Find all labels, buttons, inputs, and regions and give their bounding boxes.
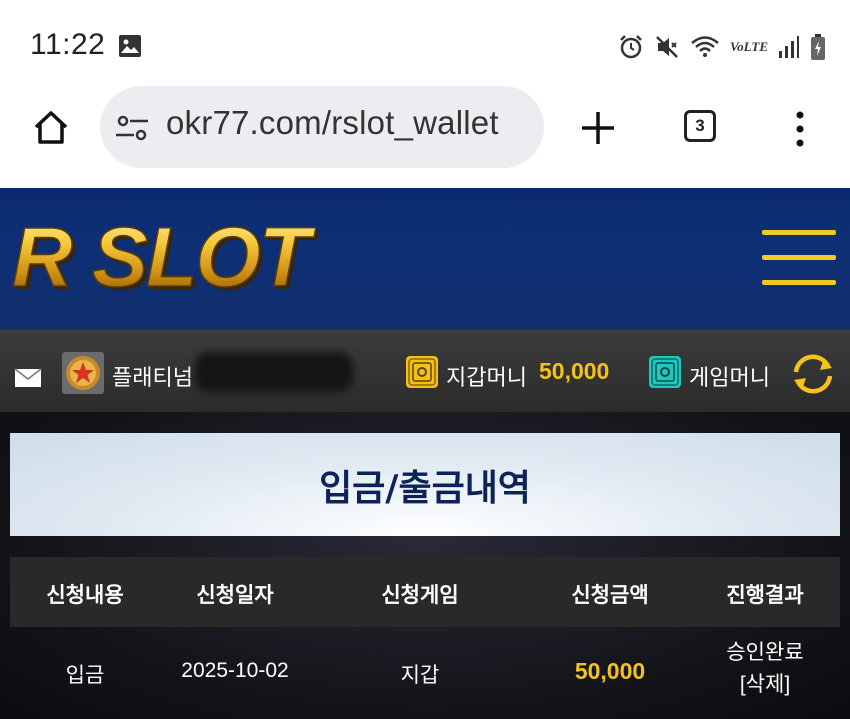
mail-icon[interactable] — [14, 368, 42, 388]
svg-text:R SLOT: R SLOT — [12, 210, 317, 304]
column-header-game: 신청게임 — [381, 583, 459, 607]
cell-amount: 50,000 — [574, 658, 646, 684]
url-text[interactable]: okr77.com/rslot_wallet — [166, 104, 499, 142]
address-bar[interactable]: okr77.com/rslot_wallet — [100, 86, 544, 168]
rank-badge-icon — [62, 352, 104, 394]
alarm-icon — [620, 35, 642, 59]
column-header-amount: 신청금액 — [571, 583, 649, 607]
delete-link[interactable]: [삭제] — [726, 669, 803, 701]
home-button[interactable] — [26, 102, 76, 152]
home-icon — [34, 111, 68, 144]
column-header-result: 진행결과 — [726, 583, 804, 607]
cell-date: 2025-10-02 — [181, 659, 289, 682]
page-title: 입금/출금내역 — [319, 468, 531, 509]
column-header-date: 신청일자 — [196, 583, 274, 607]
table-header: 신청내용 신청일자 신청게임 신청금액 진행결과 — [10, 557, 840, 627]
status-icons: VoLTE — [618, 32, 826, 62]
game-money-label: 게임머니 — [689, 366, 770, 391]
status-text: 승인완료 — [726, 641, 804, 664]
page-title-banner: 입금/출금내역 — [10, 433, 840, 536]
refresh-icon[interactable] — [788, 352, 838, 396]
wallet-money-value: 50,000 — [539, 358, 610, 384]
volte-icon: VoLTE — [729, 39, 768, 54]
clock: 11:22 — [30, 28, 106, 61]
transaction-table: 신청내용 신청일자 신청게임 신청금액 진행결과 입금 2025-10-02 지… — [10, 557, 840, 719]
wallet-safe-icon — [406, 356, 438, 388]
cell-result: 승인완료 [삭제] — [726, 637, 803, 701]
image-icon — [119, 35, 141, 57]
hamburger-menu-button[interactable] — [762, 230, 836, 288]
site-header: R SLOT R SLOT — [0, 188, 850, 330]
rank-label: 플래티넘 — [112, 366, 193, 391]
wifi-icon — [691, 36, 719, 57]
signal-icon — [779, 36, 799, 58]
main-content: 입금/출금내역 신청내용 신청일자 신청게임 신청금액 진행결과 입금 2025… — [0, 412, 850, 719]
new-tab-button[interactable] — [578, 106, 618, 150]
battery-icon — [811, 34, 825, 60]
cell-type: 입금 — [65, 664, 105, 687]
more-options-icon[interactable] — [790, 110, 810, 148]
tab-switcher-button[interactable]: 3 — [684, 110, 716, 142]
redacted-username — [195, 352, 353, 392]
game-safe-icon — [649, 356, 681, 388]
column-header-type: 신청내용 — [46, 583, 124, 607]
user-info-bar: 플래티넘 지갑머니 50,000 게임머니 — [0, 330, 850, 412]
site-logo[interactable]: R SLOT R SLOT — [8, 206, 348, 316]
cell-game: 지갑 — [400, 664, 440, 687]
table-row: 입금 2025-10-02 지갑 50,000 승인완료 [삭제] — [10, 627, 840, 719]
mute-icon — [656, 36, 678, 58]
wallet-money-label: 지갑머니 — [446, 366, 527, 391]
site-settings-icon[interactable] — [114, 110, 150, 146]
status-bar: 11:22 VoLTE — [0, 0, 850, 90]
